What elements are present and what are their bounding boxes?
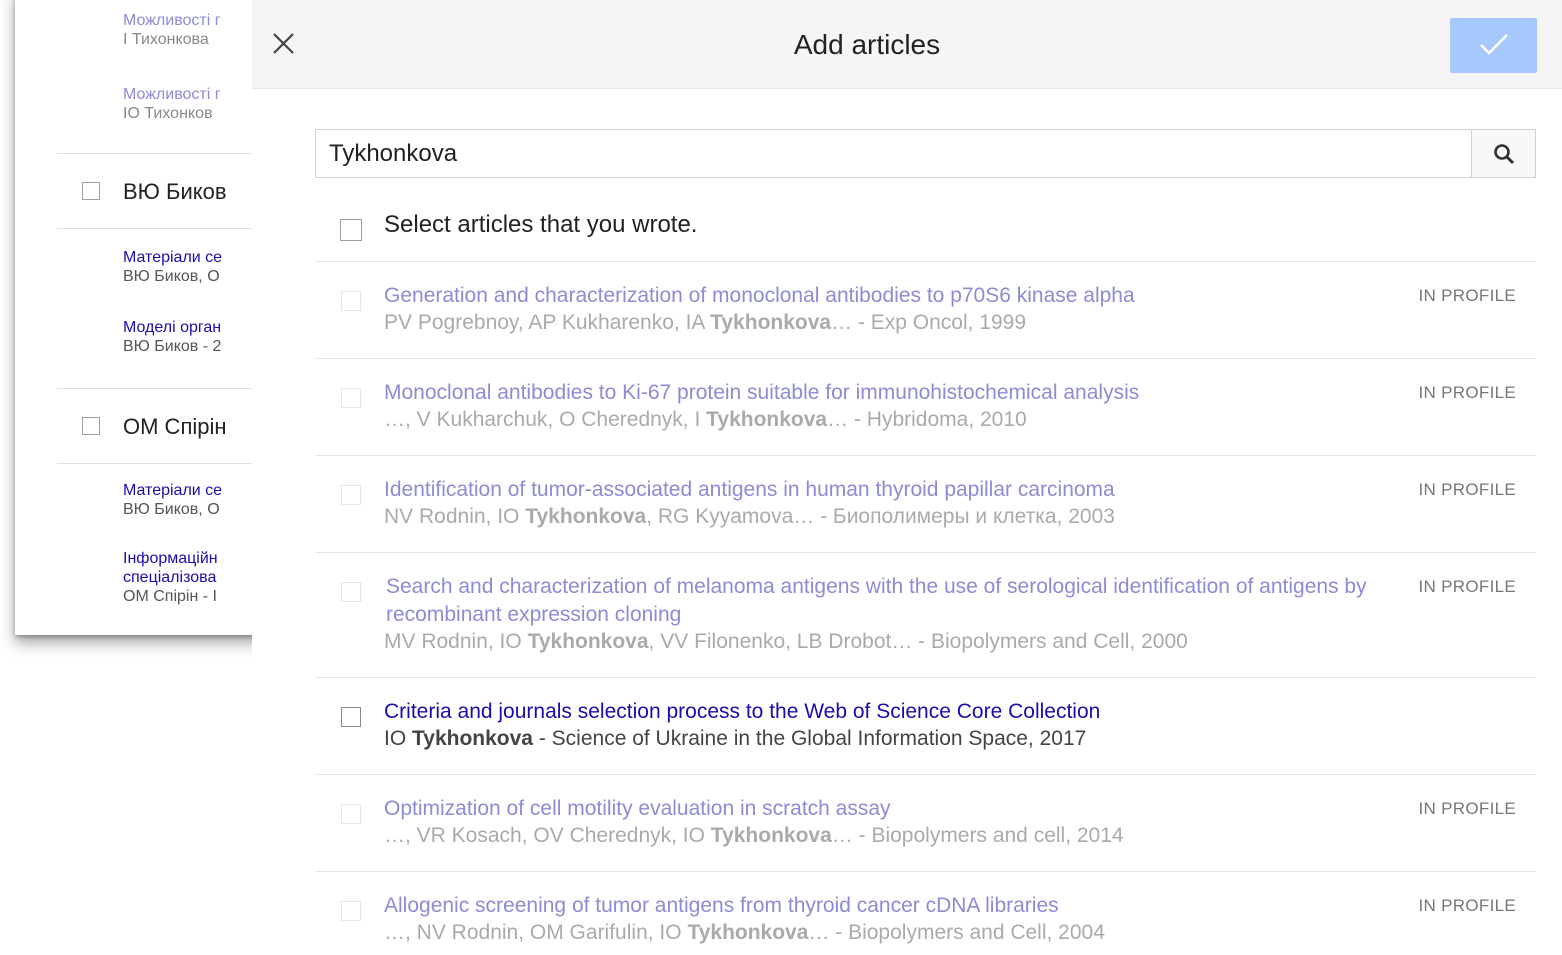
in-profile-badge: IN PROFILE <box>1418 896 1516 915</box>
select-all-checkbox[interactable] <box>340 219 362 241</box>
article-checkbox <box>341 388 361 408</box>
background-article-item[interactable]: Матеріали се ВЮ Биков, О <box>123 248 222 286</box>
background-article-item[interactable]: Моделі орган ВЮ Биков - 2 <box>123 318 221 356</box>
article-row[interactable]: Identification of tumor-associated antig… <box>315 455 1536 552</box>
background-article-authors: ВЮ Биков, О <box>123 268 220 285</box>
article-row[interactable]: Allogenic screening of tumor antigens fr… <box>315 871 1536 955</box>
in-profile-badge: IN PROFILE <box>1418 383 1516 402</box>
background-article-title[interactable]: спеціалізова <box>123 568 218 587</box>
select-all-label: Select articles that you wrote. <box>384 211 698 238</box>
background-article-title[interactable]: Можливості г <box>123 85 221 104</box>
background-article-title[interactable]: Матеріали се <box>123 248 222 267</box>
background-article-authors: ВЮ Биков, О <box>123 501 220 518</box>
background-article-item[interactable]: Матеріали се ВЮ Биков, О <box>123 481 222 519</box>
article-checkbox <box>341 804 361 824</box>
add-articles-dialog: Add articles Select articles that you wr… <box>252 0 1562 955</box>
background-article-title[interactable]: Моделі орган <box>123 318 221 337</box>
article-title[interactable]: Optimization of cell motility evaluation… <box>384 795 1384 823</box>
background-article-item[interactable]: Можливості г ІО Тихонков <box>123 85 221 123</box>
search-button[interactable] <box>1471 130 1535 177</box>
confirm-button[interactable] <box>1450 18 1537 73</box>
article-checkbox[interactable] <box>341 707 361 727</box>
article-meta: NV Rodnin, IO Tykhonkova, RG Kyyamova… -… <box>384 505 1115 528</box>
background-author-checkbox[interactable] <box>82 182 100 200</box>
in-profile-badge: IN PROFILE <box>1418 480 1516 499</box>
article-title[interactable]: Generation and characterization of monoc… <box>384 282 1384 310</box>
background-article-item[interactable]: Інформаційн спеціалізова ОМ Спірін - І <box>123 549 218 606</box>
background-article-title[interactable]: Можливості г <box>123 11 221 30</box>
dialog-header: Add articles <box>252 0 1562 89</box>
article-title[interactable]: Search and characterization of melanoma … <box>386 573 1386 629</box>
article-meta: MV Rodnin, IO Tykhonkova, VV Filonenko, … <box>384 630 1188 653</box>
article-meta: …, NV Rodnin, OM Garifulin, IO Tykhonkov… <box>384 921 1105 944</box>
background-author-name: ВЮ Биков <box>123 179 227 204</box>
background-article-title[interactable]: Матеріали се <box>123 481 222 500</box>
article-checkbox <box>341 582 361 602</box>
dialog-title: Add articles <box>793 29 941 60</box>
background-article-authors: ІО Тихонков <box>123 105 213 122</box>
article-row[interactable]: Search and characterization of melanoma … <box>315 552 1536 677</box>
article-title[interactable]: Identification of tumor-associated antig… <box>384 476 1384 504</box>
article-row[interactable]: Optimization of cell motility evaluation… <box>315 774 1536 871</box>
background-article-title[interactable]: Інформаційн <box>123 549 218 568</box>
background-author-name: ОМ Спірін <box>123 414 227 439</box>
article-row[interactable]: Generation and characterization of monoc… <box>315 261 1536 358</box>
background-article-authors: ОМ Спірін - І <box>123 588 217 605</box>
article-title[interactable]: Allogenic screening of tumor antigens fr… <box>384 892 1384 920</box>
article-meta: …, V Kukharchuk, O Cherednyk, I Tykhonko… <box>384 408 1027 431</box>
article-row[interactable]: Criteria and journals selection process … <box>315 677 1536 774</box>
in-profile-badge: IN PROFILE <box>1418 577 1516 596</box>
article-meta: …, VR Kosach, OV Cherednyk, IO Tykhonkov… <box>384 824 1124 847</box>
article-checkbox <box>341 291 361 311</box>
search-icon <box>1494 144 1515 165</box>
article-title[interactable]: Monoclonal antibodies to Ki-67 protein s… <box>384 379 1384 407</box>
article-meta: IO Tykhonkova - Science of Ukraine in th… <box>384 727 1087 750</box>
in-profile-badge: IN PROFILE <box>1418 799 1516 818</box>
search-box <box>315 129 1536 178</box>
in-profile-badge: IN PROFILE <box>1418 286 1516 305</box>
background-author-checkbox[interactable] <box>82 417 100 435</box>
check-icon <box>1480 34 1508 55</box>
search-input[interactable] <box>316 130 1471 177</box>
background-article-authors: І Тихонкова <box>123 31 209 48</box>
article-checkbox <box>341 485 361 505</box>
article-row[interactable]: Monoclonal antibodies to Ki-67 protein s… <box>315 358 1536 455</box>
article-meta: PV Pogrebnoy, AP Kukharenko, IA Tykhonko… <box>384 311 1027 334</box>
background-article-item[interactable]: Можливості г І Тихонкова <box>123 11 221 49</box>
background-article-authors: ВЮ Биков - 2 <box>123 338 222 355</box>
article-title[interactable]: Criteria and journals selection process … <box>384 698 1384 726</box>
article-checkbox <box>341 901 361 921</box>
